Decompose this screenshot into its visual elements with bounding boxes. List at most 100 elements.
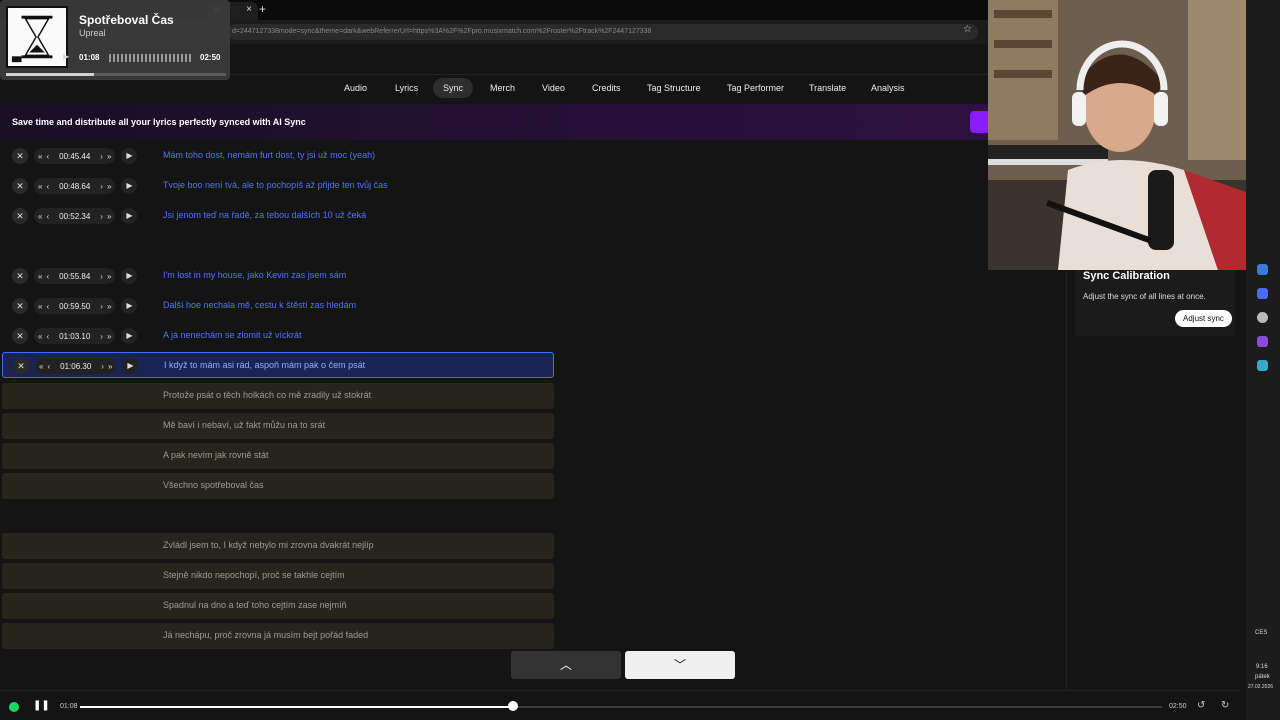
tab-video[interactable]: Video: [542, 83, 565, 93]
timestamp: 00:52.34: [59, 211, 91, 221]
back-icon[interactable]: ‹: [46, 212, 49, 221]
tab-analysis[interactable]: Analysis: [871, 83, 905, 93]
back-icon[interactable]: ‹: [46, 302, 49, 311]
keyboard-language[interactable]: CES: [1255, 630, 1267, 636]
pending-line[interactable]: Zvládl jsem to, I když nebylo mi zrovna …: [2, 533, 554, 559]
synced-line[interactable]: ✕ « ‹ 00:45.44 › » ▶ Mám toho dost, nemá…: [2, 143, 554, 169]
pending-line[interactable]: A pak nevím jak rovně stát: [2, 443, 554, 469]
lyric-text: Zvládl jsem to, I když nebylo mi zrovna …: [163, 540, 374, 550]
new-tab-button[interactable]: +: [259, 2, 266, 16]
tab-tag-structure[interactable]: Tag Structure: [647, 83, 701, 93]
player-current-time: 01:08: [60, 703, 78, 710]
skip-back-icon[interactable]: «: [38, 152, 42, 161]
app-icon[interactable]: [1257, 360, 1268, 371]
play-line-button[interactable]: ▶: [121, 178, 138, 194]
pending-line[interactable]: Spadnul na dno a teď toho cejtím zase ne…: [2, 593, 554, 619]
remove-sync-button[interactable]: ✕: [13, 358, 29, 374]
back-icon[interactable]: ‹: [46, 272, 49, 281]
skip-back-icon[interactable]: «: [38, 332, 42, 341]
active-line[interactable]: ✕ « ‹ 01:06.30 › » ▶ I když to mám asi r…: [2, 352, 554, 378]
calibration-description: Adjust the sync of all lines at once.: [1083, 292, 1206, 301]
back-icon[interactable]: ‹: [46, 152, 49, 161]
app-icon[interactable]: [1257, 312, 1268, 323]
app-icon[interactable]: [1257, 288, 1268, 299]
play-line-button[interactable]: ▶: [121, 148, 138, 164]
tab-lyrics[interactable]: Lyrics: [395, 83, 418, 93]
waveform: [109, 53, 193, 63]
play-line-button[interactable]: ▶: [121, 328, 138, 344]
tab-tag-performer[interactable]: Tag Performer: [727, 83, 784, 93]
remove-sync-button[interactable]: ✕: [12, 328, 28, 344]
next-line-button[interactable]: ﹀: [625, 651, 735, 679]
banner-cta-button[interactable]: [970, 111, 988, 133]
pending-line[interactable]: Stejně nikdo nepochopí, proč se takhle c…: [2, 563, 554, 589]
pending-line[interactable]: Protože psát o těch holkách co mě zradil…: [2, 383, 554, 409]
synced-line[interactable]: ✕ « ‹ 00:55.84 › » ▶ I'm lost in my hous…: [2, 263, 554, 289]
synced-line[interactable]: ✕ « ‹ 00:59.50 › » ▶ Další hoe nechala m…: [2, 293, 554, 319]
remove-sync-button[interactable]: ✕: [12, 268, 28, 284]
address-bar[interactable]: d=2447127338mode=sync&theme=dark&webRefe…: [228, 24, 978, 40]
play-line-button[interactable]: ▶: [121, 208, 138, 224]
play-line-button[interactable]: ▶: [121, 298, 138, 314]
tab-credits[interactable]: Credits: [592, 83, 621, 93]
skip-forward-icon[interactable]: »: [108, 362, 112, 371]
app-icon[interactable]: [1257, 336, 1268, 347]
tab-sync[interactable]: Sync: [433, 78, 474, 98]
media-play-icon[interactable]: ▶: [63, 52, 69, 61]
forward-icon[interactable]: ›: [100, 302, 103, 311]
app-icon[interactable]: [1257, 264, 1268, 275]
synced-line[interactable]: ✕ « ‹ 00:52.34 › » ▶ Jsi jenom teď na řa…: [2, 203, 554, 229]
timestamp-control: « ‹ 01:06.30 › »: [35, 358, 117, 374]
remove-sync-button[interactable]: ✕: [12, 148, 28, 164]
forward-icon[interactable]: ›: [100, 152, 103, 161]
media-current-time: 01:08: [79, 53, 100, 62]
play-line-button[interactable]: ▶: [121, 268, 138, 284]
skip-back-icon[interactable]: «: [38, 272, 42, 281]
forward-icon[interactable]: ›: [100, 272, 103, 281]
tab-translate[interactable]: Translate: [809, 83, 846, 93]
lyric-text: Spadnul na dno a teď toho cejtím zase ne…: [163, 600, 347, 610]
remove-sync-button[interactable]: ✕: [12, 208, 28, 224]
skip-back-icon[interactable]: «: [39, 362, 43, 371]
skip-forward-icon[interactable]: »: [107, 302, 111, 311]
skip-forward-icon[interactable]: »: [107, 272, 111, 281]
skip-forward-icon[interactable]: »: [107, 212, 111, 221]
skip-forward-icon[interactable]: »: [107, 182, 111, 191]
forward-icon[interactable]: ›: [100, 182, 103, 191]
skip-forward-icon[interactable]: »: [107, 332, 111, 341]
pending-line[interactable]: Všechno spotřeboval čas: [2, 473, 554, 499]
player-progress-track[interactable]: [80, 706, 1162, 708]
remove-sync-button[interactable]: ✕: [12, 178, 28, 194]
skip-back-icon[interactable]: «: [38, 182, 42, 191]
tab-audio[interactable]: Audio: [344, 83, 367, 93]
forward-icon[interactable]: ›: [100, 212, 103, 221]
rewind-icon[interactable]: ↺: [1197, 700, 1205, 711]
pending-line[interactable]: Mě baví i nebaví, už fakt můžu na to srá…: [2, 413, 554, 439]
forward-icon[interactable]: ›: [101, 362, 104, 371]
media-progress[interactable]: [6, 73, 226, 76]
skip-back-icon[interactable]: «: [38, 302, 42, 311]
tab-merch[interactable]: Merch: [490, 83, 515, 93]
play-line-button[interactable]: ▶: [122, 358, 139, 374]
bookmark-star-icon[interactable]: ☆: [963, 24, 972, 35]
timestamp: 01:06.30: [60, 361, 92, 371]
lyric-text: Stejně nikdo nepochopí, proč se takhle c…: [163, 570, 345, 580]
remove-sync-button[interactable]: ✕: [12, 298, 28, 314]
previous-line-button[interactable]: ︿: [511, 651, 621, 679]
back-icon[interactable]: ‹: [47, 362, 50, 371]
skip-back-icon[interactable]: «: [38, 212, 42, 221]
synced-line[interactable]: ✕ « ‹ 00:48.64 › » ▶ Tvoje boo není tvá,…: [2, 173, 554, 199]
tab-close-icon[interactable]: ×: [246, 4, 252, 15]
skip-forward-icon[interactable]: »: [107, 152, 111, 161]
back-icon[interactable]: ‹: [46, 182, 49, 191]
player-progress-fill: [80, 706, 513, 708]
fast-forward-icon[interactable]: ↻: [1221, 700, 1229, 711]
player-progress-knob[interactable]: [507, 701, 518, 711]
adjust-sync-button[interactable]: Adjust sync: [1175, 310, 1232, 327]
synced-line[interactable]: ✕ « ‹ 01:03.10 › » ▶ A já nenechám se zl…: [2, 323, 554, 349]
pending-line[interactable]: Já nechápu, proč zrovna já musím bejt po…: [2, 623, 554, 649]
pause-icon[interactable]: ❚❚: [33, 700, 50, 711]
player-duration: 02:50: [1169, 703, 1187, 710]
forward-icon[interactable]: ›: [100, 332, 103, 341]
back-icon[interactable]: ‹: [46, 332, 49, 341]
